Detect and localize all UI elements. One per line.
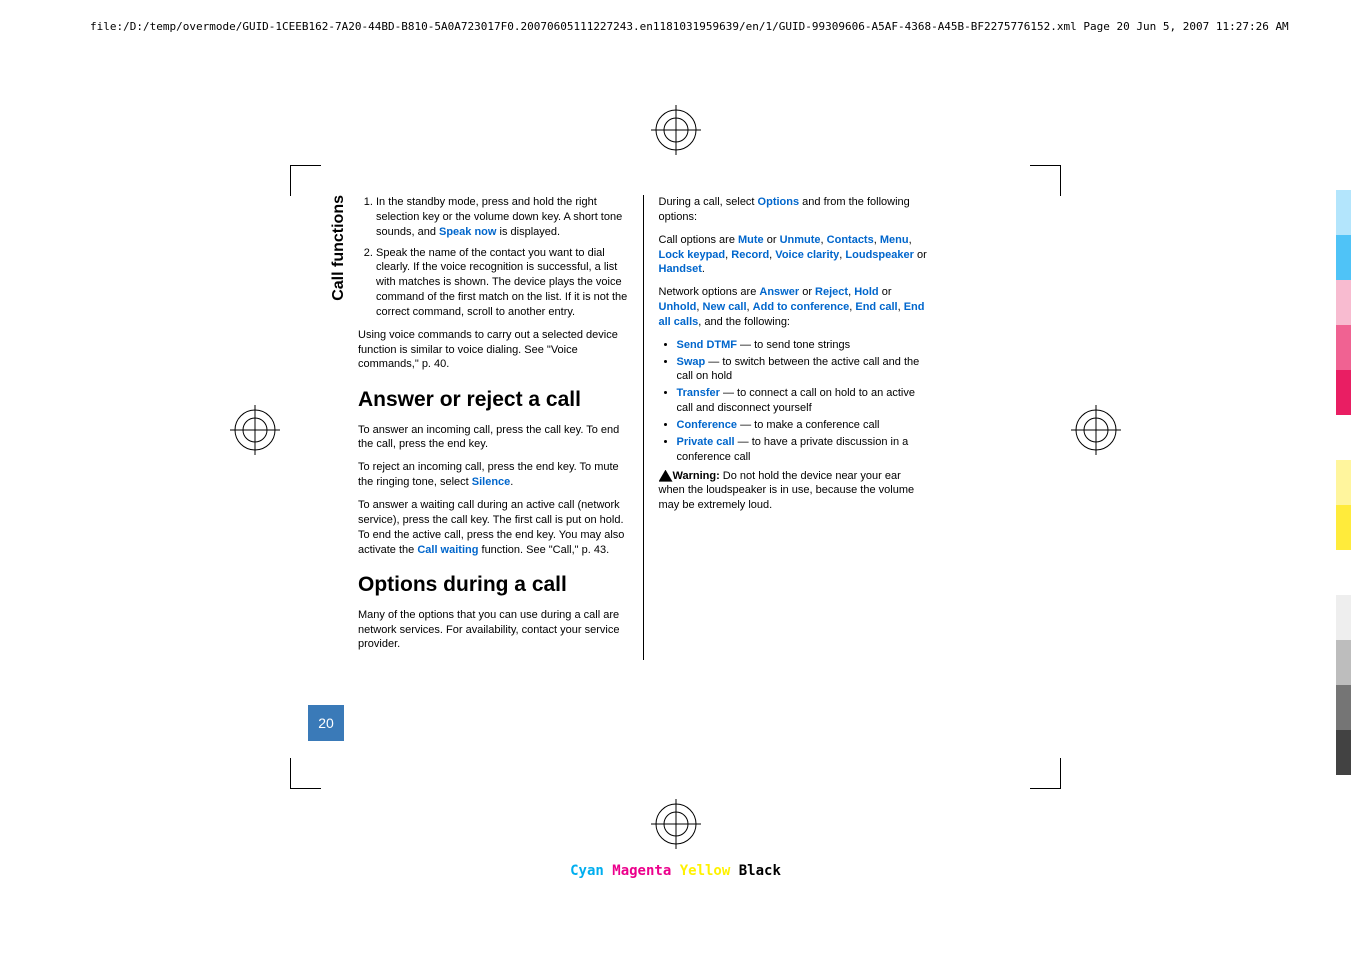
swatch xyxy=(1336,550,1351,595)
reg-mark-top xyxy=(651,105,701,155)
cyan-label: Cyan xyxy=(570,863,604,879)
swatch xyxy=(1336,595,1351,640)
color-bar: Cyan Magenta Yellow Black xyxy=(570,863,781,879)
warning-icon xyxy=(659,470,673,482)
page: file:/D:/temp/overmode/GUID-1CEEB162-7A2… xyxy=(0,0,1351,954)
swatch xyxy=(1336,235,1351,280)
options-para: During a call, select Options and from t… xyxy=(659,195,929,225)
side-label: Call functions xyxy=(330,195,348,301)
options-list: Send DTMF — to send tone strings Swap — … xyxy=(659,338,929,465)
crop-mark xyxy=(1030,758,1061,789)
list-item: Swap — to switch between the active call… xyxy=(677,355,929,385)
swatch xyxy=(1336,730,1351,775)
swatch xyxy=(1336,415,1351,460)
column-right: During a call, select Options and from t… xyxy=(643,195,929,660)
list-item: Conference — to make a conference call xyxy=(677,418,929,433)
list-item: Transfer — to connect a call on hold to … xyxy=(677,386,929,416)
page-number: 20 xyxy=(308,705,344,741)
crop-mark xyxy=(1030,165,1061,196)
voice-commands-para: Using voice commands to carry out a sele… xyxy=(358,328,628,373)
swatch xyxy=(1336,190,1351,235)
swatch xyxy=(1336,460,1351,505)
crop-mark xyxy=(290,758,321,789)
swatch xyxy=(1336,325,1351,370)
swatch xyxy=(1336,640,1351,685)
list-item: Send DTMF — to send tone strings xyxy=(677,338,929,353)
crop-mark xyxy=(290,165,321,196)
answer-para: To answer an incoming call, press the ca… xyxy=(358,423,628,453)
call-options-para: Call options are Mute or Unmute, Contact… xyxy=(659,233,929,278)
swatch xyxy=(1336,280,1351,325)
reg-mark-right xyxy=(1071,405,1121,455)
black-label: Black xyxy=(739,863,781,879)
step-1: In the standby mode, press and hold the … xyxy=(376,195,628,240)
network-options-para: Network options are Answer or Reject, Ho… xyxy=(659,285,929,330)
swatch xyxy=(1336,370,1351,415)
steps-list: In the standby mode, press and hold the … xyxy=(358,195,628,320)
waiting-para: To answer a waiting call during an activ… xyxy=(358,498,628,557)
reg-mark-bottom xyxy=(651,799,701,849)
heading-answer-reject: Answer or reject a call xyxy=(358,386,628,414)
warning-para: Warning: Do not hold the device near you… xyxy=(659,469,929,514)
magenta-label: Magenta xyxy=(612,863,671,879)
content-area: In the standby mode, press and hold the … xyxy=(358,195,928,660)
list-item: Private call — to have a private discuss… xyxy=(677,435,929,465)
column-left: In the standby mode, press and hold the … xyxy=(358,195,628,660)
options-intro: Many of the options that you can use dur… xyxy=(358,608,628,653)
heading-options: Options during a call xyxy=(358,571,628,599)
swatch xyxy=(1336,685,1351,730)
color-swatches xyxy=(1336,190,1351,775)
swatch xyxy=(1336,505,1351,550)
reg-mark-left xyxy=(230,405,280,455)
file-header: file:/D:/temp/overmode/GUID-1CEEB162-7A2… xyxy=(90,20,1289,33)
reject-para: To reject an incoming call, press the en… xyxy=(358,460,628,490)
yellow-label: Yellow xyxy=(680,863,731,879)
step-2: Speak the name of the contact you want t… xyxy=(376,246,628,320)
